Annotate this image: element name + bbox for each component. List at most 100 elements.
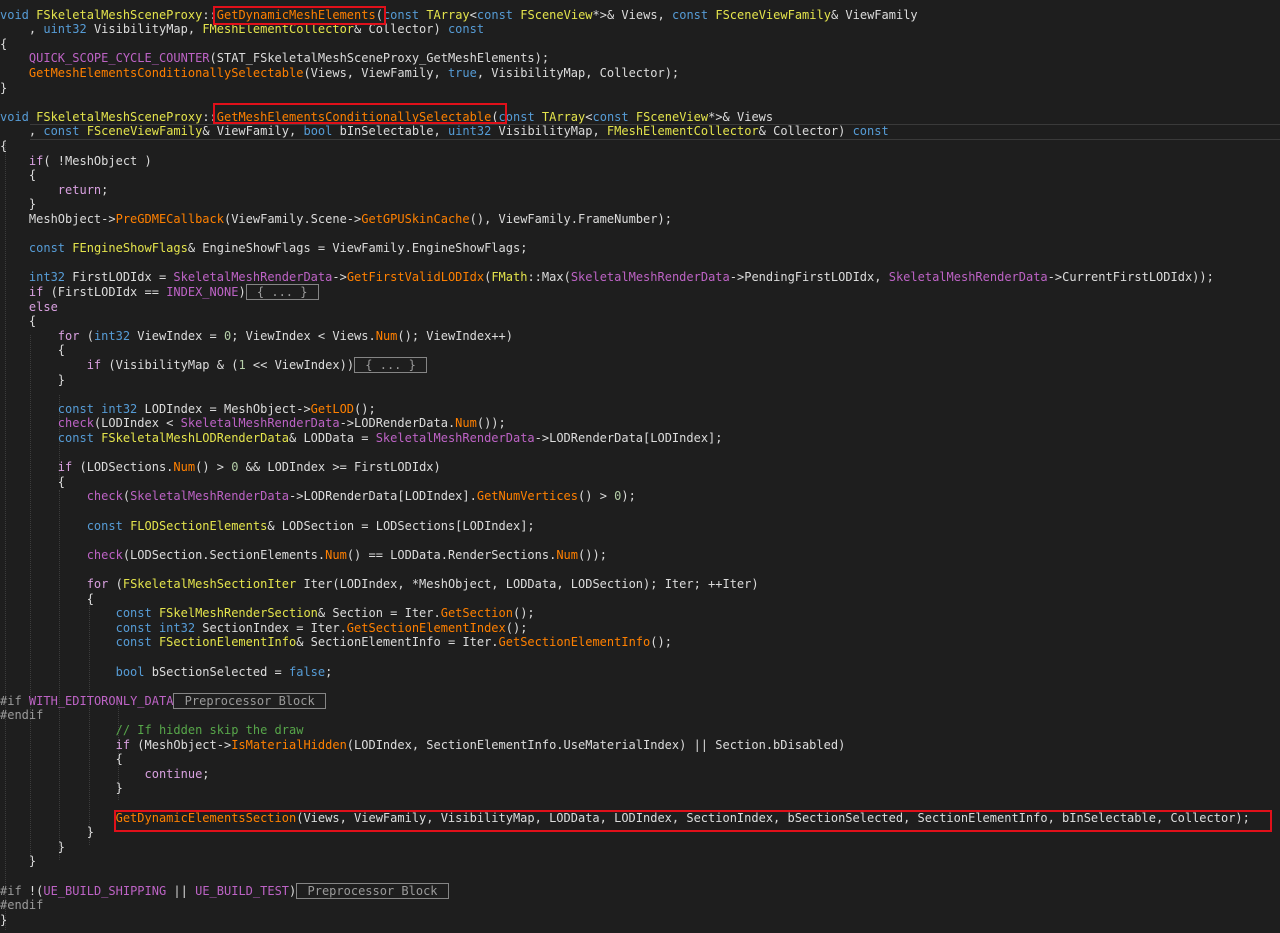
code-line[interactable]: int32 FirstLODIdx = SkeletalMeshRenderDa… (0, 270, 1280, 285)
code-line[interactable]: } (0, 840, 1280, 855)
code-line[interactable]: return; (0, 183, 1280, 198)
code-line[interactable]: } (0, 854, 1280, 869)
code-token: } (0, 80, 8, 95)
code-token: *>& Views (708, 109, 774, 124)
code-token: FSceneViewFamily (86, 124, 203, 139)
collapsed-region[interactable]: { ... } (354, 356, 428, 373)
code-line[interactable] (0, 504, 1280, 519)
highlight-box-get-mesh-elements-conditionally-selectable (213, 103, 507, 124)
code-line[interactable]: MeshObject->PreGDMECallback(ViewFamily.S… (0, 212, 1280, 227)
code-line[interactable]: const FLODSectionElements& LODSection = … (0, 519, 1280, 534)
code-line[interactable]: const FSkelMeshRenderSection& Section = … (0, 606, 1280, 621)
code-token: & LODSection = LODSections[LODIndex]; (267, 518, 535, 533)
code-token: bInSelectable, (332, 124, 448, 139)
code-line[interactable] (0, 533, 1280, 548)
code-line[interactable] (0, 256, 1280, 271)
code-token: & ViewFamily (830, 7, 918, 22)
collapsed-region[interactable]: Preprocessor Block (296, 882, 449, 899)
code-line[interactable] (0, 562, 1280, 577)
code-token: GetNumVertices (476, 489, 579, 504)
code-line[interactable]: } (0, 913, 1280, 928)
code-token: UE_BUILD_SHIPPING (43, 883, 167, 898)
code-line[interactable] (0, 679, 1280, 694)
code-line[interactable]: if (LODSections.Num() > 0 && LODIndex >=… (0, 460, 1280, 475)
code-line[interactable]: { (0, 592, 1280, 607)
code-token: SkeletalMeshRenderData (570, 270, 730, 285)
code-token: void (0, 7, 29, 22)
code-line[interactable] (0, 387, 1280, 402)
code-line[interactable] (0, 446, 1280, 461)
code-token: FSkeletalMeshSectionIter (122, 576, 297, 591)
code-line[interactable]: check(LODSection.SectionElements.Num() =… (0, 548, 1280, 563)
code-line[interactable]: , uint32 VisibilityMap, FMeshElementColl… (0, 22, 1280, 37)
code-line[interactable]: { (0, 139, 1280, 154)
code-line[interactable]: } (0, 781, 1280, 796)
code-line[interactable]: { (0, 168, 1280, 183)
code-token: -> (332, 270, 347, 285)
code-line[interactable]: #if WITH_EDITORONLY_DATA Preprocessor Bl… (0, 692, 1280, 709)
code-token: ->PendingFirstLODIdx, (729, 270, 889, 285)
code-line[interactable]: const FSkeletalMeshLODRenderData& LODDat… (0, 431, 1280, 446)
code-line[interactable]: } (0, 197, 1280, 212)
code-line[interactable]: #if !(UE_BUILD_SHIPPING || UE_BUILD_TEST… (0, 882, 1280, 899)
code-token: const (672, 7, 709, 22)
code-token: !( (21, 883, 44, 898)
code-token: & LODData = (289, 430, 376, 445)
code-line[interactable] (0, 227, 1280, 242)
code-line[interactable]: // If hidden skip the draw (0, 723, 1280, 738)
code-line[interactable] (0, 650, 1280, 665)
code-line[interactable]: void FSkeletalMeshSceneProxy::GetDynamic… (0, 8, 1280, 23)
code-line[interactable]: } (0, 373, 1280, 388)
code-line[interactable] (0, 95, 1280, 110)
code-line[interactable]: { (0, 752, 1280, 767)
code-line[interactable]: void FSkeletalMeshSceneProxy::GetMeshEle… (0, 110, 1280, 125)
code-token: check (86, 489, 123, 504)
collapsed-region[interactable]: Preprocessor Block (173, 692, 326, 709)
code-line[interactable]: if (FirstLODIdx == INDEX_NONE) { ... } (0, 283, 1280, 300)
code-line[interactable]: check(SkeletalMeshRenderData->LODRenderD… (0, 489, 1280, 504)
code-editor[interactable]: void FSkeletalMeshSceneProxy::GetDynamic… (0, 0, 1280, 933)
code-line[interactable]: { (0, 37, 1280, 52)
collapsed-region[interactable]: { ... } (245, 283, 319, 300)
code-line[interactable] (0, 869, 1280, 884)
code-line[interactable]: if (VisibilityMap & (1 << ViewIndex)) { … (0, 356, 1280, 373)
code-token: SkeletalMeshRenderData (130, 489, 290, 504)
code-line[interactable]: { (0, 314, 1280, 329)
code-line[interactable]: check(LODIndex < SkeletalMeshRenderData-… (0, 416, 1280, 431)
code-line[interactable]: { (0, 343, 1280, 358)
code-line[interactable]: const int32 LODIndex = MeshObject->GetLO… (0, 402, 1280, 417)
code-line[interactable]: { (0, 475, 1280, 490)
code-line[interactable]: if (MeshObject->IsMaterialHidden(LODInde… (0, 738, 1280, 753)
code-line[interactable] (0, 796, 1280, 811)
code-line[interactable]: const FEngineShowFlags& EngineShowFlags … (0, 241, 1280, 256)
code-line[interactable]: else (0, 300, 1280, 315)
code-token: { (0, 474, 66, 489)
code-line[interactable]: if( !MeshObject ) (0, 154, 1280, 169)
code-line[interactable]: const int32 SectionIndex = Iter.GetSecti… (0, 621, 1280, 636)
code-token: & SectionElementInfo = Iter. (296, 635, 499, 650)
code-line[interactable]: continue; (0, 767, 1280, 782)
code-line[interactable]: const FSectionElementInfo& SectionElemen… (0, 635, 1280, 650)
code-token: Num (375, 328, 398, 343)
code-line[interactable]: QUICK_SCOPE_CYCLE_COUNTER(STAT_FSkeletal… (0, 51, 1280, 66)
code-token: GetMeshElementsConditionallySelectable (28, 65, 304, 80)
code-line[interactable]: for (int32 ViewIndex = 0; ViewIndex < Vi… (0, 329, 1280, 344)
code-line[interactable]: GetMeshElementsConditionallySelectable(V… (0, 66, 1280, 81)
code-token: ViewIndex = (130, 328, 224, 343)
code-token: check (57, 416, 94, 431)
code-line[interactable]: #endif (0, 708, 1280, 723)
code-line[interactable]: for (FSkeletalMeshSectionIter Iter(LODIn… (0, 577, 1280, 592)
code-line[interactable]: } (0, 81, 1280, 96)
code-line[interactable]: #endif (0, 898, 1280, 913)
code-line[interactable]: , const FSceneViewFamily& ViewFamily, bo… (0, 124, 1280, 139)
code-line[interactable]: bool bSectionSelected = false; (0, 665, 1280, 680)
